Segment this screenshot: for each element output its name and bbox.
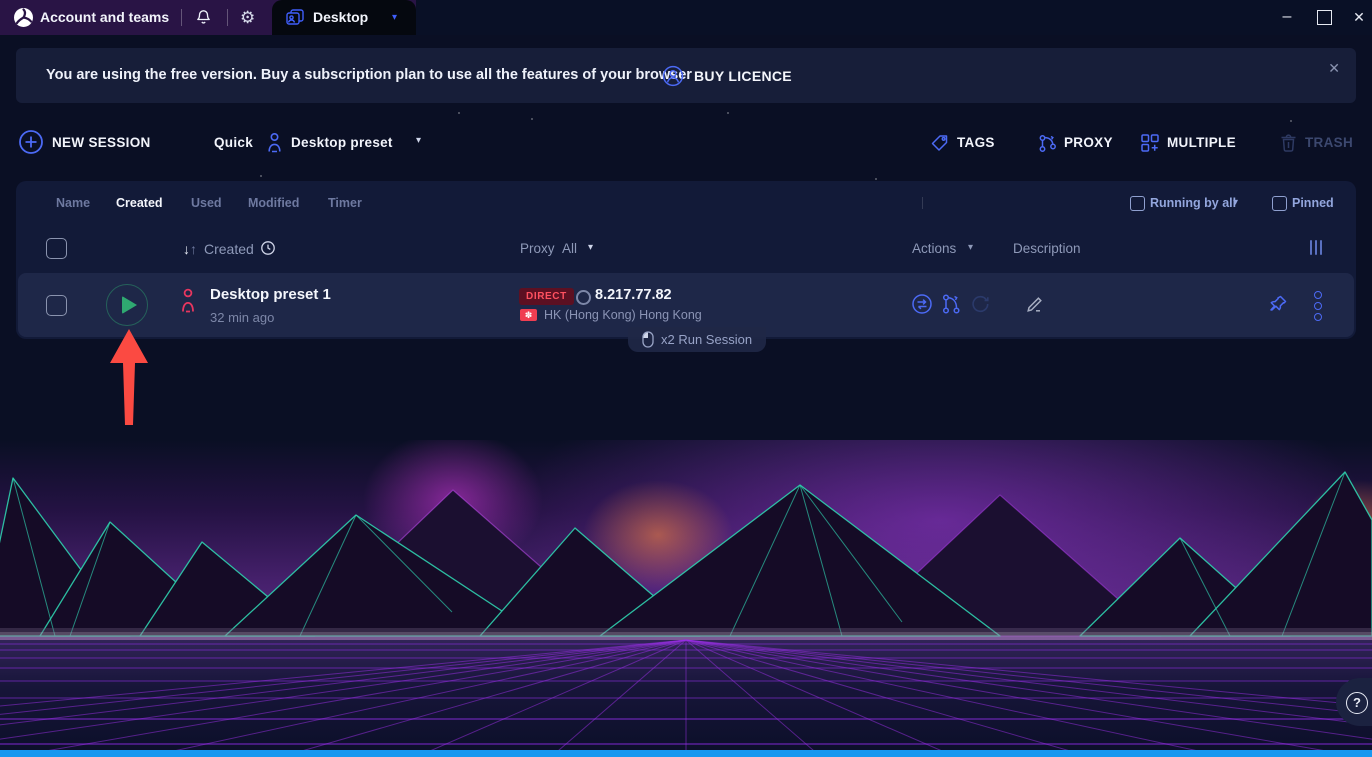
tab-timer[interactable]: Timer	[328, 181, 362, 225]
play-icon	[122, 296, 137, 314]
banner-close-icon[interactable]: ✕	[1328, 60, 1340, 77]
tags-icon	[930, 133, 950, 153]
edit-pencil-icon[interactable]	[1025, 293, 1046, 314]
running-by-all-caret-icon[interactable]: ▾	[1233, 181, 1238, 225]
running-by-all-checkbox[interactable]	[1130, 196, 1145, 211]
actions-caret-icon[interactable]: ▾	[968, 242, 973, 253]
bottom-progress-bar	[0, 750, 1372, 757]
sort-direction-icon[interactable]: ↓↑	[183, 241, 197, 257]
preset-caret-down-icon[interactable]: ▾	[416, 135, 421, 146]
settings-gear-icon[interactable]: ⚙	[240, 0, 255, 35]
question-mark-icon: ?	[1346, 692, 1368, 714]
title-bar: Account and teams ⚙ Desktop ▾ – ✕	[0, 0, 1372, 35]
tab-label: Desktop	[313, 0, 368, 35]
tab-name[interactable]: Name	[56, 181, 90, 225]
proxy-type-badge: DIRECT	[519, 288, 574, 305]
licence-avatar-icon	[662, 65, 684, 87]
preset-dropdown[interactable]: Desktop preset	[291, 135, 393, 150]
transfer-session-icon[interactable]	[911, 293, 933, 315]
pinned-label[interactable]: Pinned	[1292, 181, 1334, 225]
annotation-arrow	[108, 329, 150, 425]
preset-person-icon	[266, 132, 283, 153]
tooltip-text: x2 Run Session	[661, 332, 752, 347]
column-created[interactable]: Created	[204, 241, 254, 257]
window-close-button[interactable]: ✕	[1350, 0, 1368, 34]
session-location: HK (Hong Kong) Hong Kong	[544, 308, 702, 322]
proxy-filter-value[interactable]: All	[562, 241, 577, 256]
pin-icon[interactable]	[1267, 293, 1289, 315]
proxy-button[interactable]: PROXY	[1064, 135, 1113, 150]
column-actions[interactable]: Actions	[912, 241, 956, 256]
notifications-bell-icon[interactable]	[194, 8, 213, 27]
multiple-button[interactable]: MULTIPLE	[1167, 135, 1236, 150]
column-description: Description	[1013, 241, 1081, 256]
pinned-checkbox[interactable]	[1272, 196, 1287, 211]
multiple-icon	[1140, 133, 1160, 153]
session-ip[interactable]: 8.217.77.82	[595, 287, 672, 303]
proxy-icon	[1038, 133, 1058, 153]
topbar-divider	[227, 9, 228, 26]
session-created-time: 32 min ago	[210, 310, 274, 325]
trash-button[interactable]: TRASH	[1305, 135, 1353, 150]
clock-icon	[260, 240, 276, 256]
tab-caret-down-icon[interactable]: ▾	[392, 0, 397, 35]
hk-flag-icon: ✽	[520, 309, 537, 321]
tab-used[interactable]: Used	[191, 181, 222, 225]
change-proxy-icon[interactable]	[939, 292, 963, 316]
account-and-teams-button[interactable]: Account and teams	[40, 0, 169, 35]
buy-licence-button[interactable]: BUY LICENCE	[662, 48, 792, 103]
header-divider	[922, 197, 923, 209]
ip-status-icon	[576, 290, 591, 305]
topbar-divider	[181, 9, 182, 26]
app-logo-icon	[13, 7, 34, 28]
tags-button[interactable]: TAGS	[957, 135, 995, 150]
new-session-button[interactable]	[18, 129, 44, 155]
row-menu-kebab-icon[interactable]	[1314, 291, 1322, 321]
column-settings-icon[interactable]	[1310, 240, 1322, 255]
tab-created[interactable]: Created	[116, 181, 163, 225]
session-cards-icon	[285, 8, 305, 27]
refresh-session-icon[interactable]	[969, 293, 991, 315]
run-session-play-button[interactable]	[106, 284, 148, 326]
tab-modified[interactable]: Modified	[248, 181, 299, 225]
new-session-label[interactable]: NEW SESSION	[52, 135, 151, 150]
column-proxy-label[interactable]: Proxy	[520, 241, 555, 256]
toolbar: NEW SESSION Quick Desktop preset ▾ TAGS …	[0, 120, 1372, 166]
select-all-checkbox[interactable]	[46, 238, 67, 259]
window-minimize-button[interactable]: –	[1278, 0, 1296, 33]
tab-desktop[interactable]: Desktop ▾	[272, 0, 416, 35]
trash-icon	[1279, 133, 1298, 153]
running-by-all-label[interactable]: Running by all	[1150, 181, 1236, 225]
session-name[interactable]: Desktop preset 1	[210, 286, 331, 303]
window-maximize-button[interactable]	[1317, 10, 1332, 25]
mouse-icon	[642, 331, 654, 348]
run-session-tooltip: x2 Run Session	[628, 327, 766, 352]
synthwave-background	[0, 440, 1372, 757]
profile-person-icon	[178, 287, 198, 314]
proxy-filter-caret-icon[interactable]: ▾	[588, 242, 593, 253]
buy-licence-label: BUY LICENCE	[694, 68, 792, 84]
row-checkbox[interactable]	[46, 295, 67, 316]
free-version-banner: You are using the free version. Buy a su…	[16, 48, 1356, 103]
banner-message: You are using the free version. Buy a su…	[46, 48, 692, 103]
quick-toggle-label: Quick	[214, 135, 253, 150]
